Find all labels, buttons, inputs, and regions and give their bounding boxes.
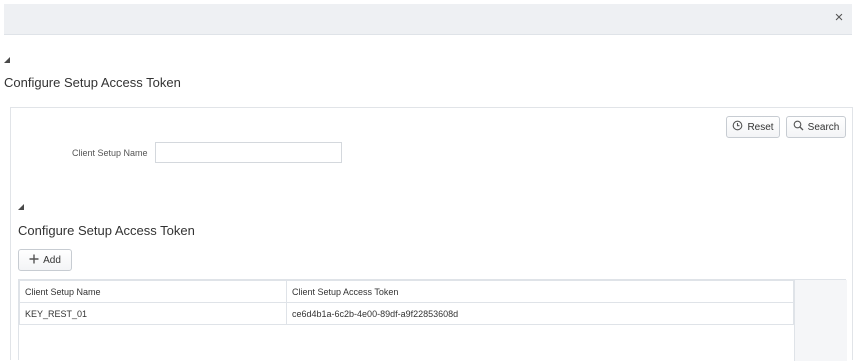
column-header-client-setup-name[interactable]: Client Setup Name	[19, 280, 287, 303]
magnifier-icon	[793, 120, 804, 134]
add-button[interactable]: Add	[18, 249, 72, 271]
close-icon[interactable]: ×	[830, 9, 848, 27]
client-setup-name-label: Client Setup Name	[72, 148, 148, 158]
table-row[interactable]: KEY_REST_01 ce6d4b1a-6c2b-4e00-89df-a9f2…	[19, 302, 794, 325]
search-button-label: Search	[807, 121, 840, 133]
table-empty-filler	[794, 280, 847, 361]
results-grid: Client Setup Name Client Setup Access To…	[19, 280, 794, 325]
search-button[interactable]: Search	[786, 116, 846, 138]
plus-icon	[29, 254, 39, 267]
results-section-title: Configure Setup Access Token	[18, 223, 195, 238]
collapse-triangle-icon[interactable]	[18, 204, 24, 210]
dialog-header-bar: ×	[4, 4, 852, 35]
add-button-label: Add	[43, 254, 61, 266]
cell-client-setup-access-token[interactable]: ce6d4b1a-6c2b-4e00-89df-a9f22853608d	[286, 302, 794, 325]
cell-client-setup-name[interactable]: KEY_REST_01	[19, 302, 287, 325]
collapse-triangle-icon[interactable]	[4, 57, 10, 63]
column-header-client-setup-access-token[interactable]: Client Setup Access Token	[286, 280, 794, 303]
results-table: Client Setup Name Client Setup Access To…	[18, 279, 847, 361]
reset-button[interactable]: Reset	[726, 116, 780, 138]
clock-reset-icon	[732, 120, 743, 134]
page-title: Configure Setup Access Token	[4, 75, 181, 90]
client-setup-name-input[interactable]	[155, 142, 342, 163]
reset-button-label: Reset	[747, 121, 774, 133]
table-header-row: Client Setup Name Client Setup Access To…	[19, 280, 794, 303]
